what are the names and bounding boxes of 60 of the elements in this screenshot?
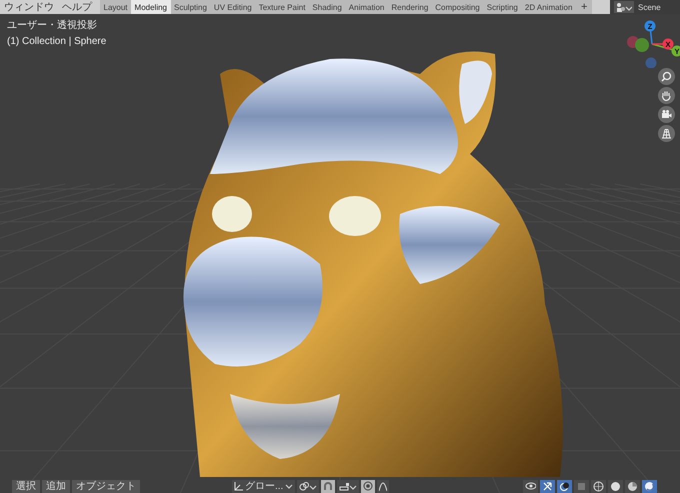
camera-icon xyxy=(661,109,672,120)
menu-item[interactable]: ヘルプ xyxy=(58,0,96,14)
workspace-tab[interactable]: Shading xyxy=(308,0,346,14)
workspace-tab[interactable]: Animation xyxy=(345,0,388,14)
pan-button[interactable] xyxy=(658,87,675,104)
scene-name: Scene xyxy=(638,2,661,12)
wireframe-shading-button[interactable] xyxy=(591,480,606,492)
add-workspace-button[interactable]: + xyxy=(576,0,592,14)
workspace-tab[interactable]: Layout xyxy=(100,0,132,14)
header-menu[interactable]: 追加 xyxy=(42,480,70,492)
magnet-icon xyxy=(323,481,334,491)
camera-button[interactable] xyxy=(658,106,675,123)
dot-circle-icon xyxy=(363,481,374,491)
workspace-tab[interactable]: Compositing xyxy=(432,0,484,14)
view-mode-label: ユーザー・透視投影 xyxy=(7,18,98,32)
workspace-tab[interactable]: Sculpting xyxy=(170,0,210,14)
gizmos-toggle[interactable] xyxy=(540,480,556,492)
wireframe-sphere-icon xyxy=(593,480,604,492)
ortho-button[interactable] xyxy=(658,125,675,142)
material-shading-button[interactable] xyxy=(625,480,640,492)
snap-toggle[interactable] xyxy=(321,480,336,492)
workspace-tab[interactable]: 2D Animation xyxy=(521,0,576,14)
snap-target-icon xyxy=(339,482,358,490)
falloff-dropdown[interactable] xyxy=(377,480,390,492)
pivot-dropdown[interactable] xyxy=(297,480,320,492)
header-menu[interactable]: オブジェクト xyxy=(72,480,140,492)
visibility-icon xyxy=(525,480,536,492)
workspace-tab[interactable]: Modeling xyxy=(131,0,170,14)
collection-object-label: (1) Collection | Sphere xyxy=(7,36,106,47)
orientation-dropdown[interactable]: グロー... xyxy=(232,480,296,492)
falloff-curve-icon xyxy=(379,481,388,491)
zoom-button[interactable] xyxy=(658,68,675,85)
ortho-icon xyxy=(661,128,672,139)
workspace-tab[interactable]: UV Editing xyxy=(210,0,256,14)
xray-toggle[interactable] xyxy=(574,480,590,492)
zoom-icon xyxy=(661,71,672,82)
proportional-editing-toggle[interactable] xyxy=(361,480,376,492)
axes-icon xyxy=(234,482,243,490)
pan-icon xyxy=(661,90,672,101)
material-sphere-icon xyxy=(627,480,638,492)
axis-handle[interactable] xyxy=(644,20,656,32)
gizmos-icon xyxy=(542,480,554,492)
xray-icon xyxy=(576,480,588,492)
header-menu[interactable]: 選択 xyxy=(12,480,40,492)
workspace-tab[interactable]: Scripting xyxy=(483,0,522,14)
workspace-tab[interactable]: Rendering xyxy=(388,0,432,14)
axis-handle[interactable] xyxy=(662,38,674,50)
menu-item[interactable]: ウィンドウ xyxy=(0,0,58,14)
scene-icon xyxy=(616,2,632,12)
axis-handle[interactable] xyxy=(672,46,680,56)
solid-sphere-icon xyxy=(610,480,622,492)
overlays-icon xyxy=(559,480,570,492)
rendered-shading-button[interactable] xyxy=(642,480,658,492)
snap-target-dropdown[interactable] xyxy=(337,480,360,492)
rendered-sphere-icon xyxy=(644,480,656,492)
overlays-toggle[interactable] xyxy=(557,480,572,492)
visibility-toggle[interactable] xyxy=(523,480,538,492)
workspace-tab[interactable]: Texture Paint xyxy=(255,0,309,14)
caret-icon xyxy=(285,482,294,490)
solid-shading-button[interactable] xyxy=(608,480,624,492)
